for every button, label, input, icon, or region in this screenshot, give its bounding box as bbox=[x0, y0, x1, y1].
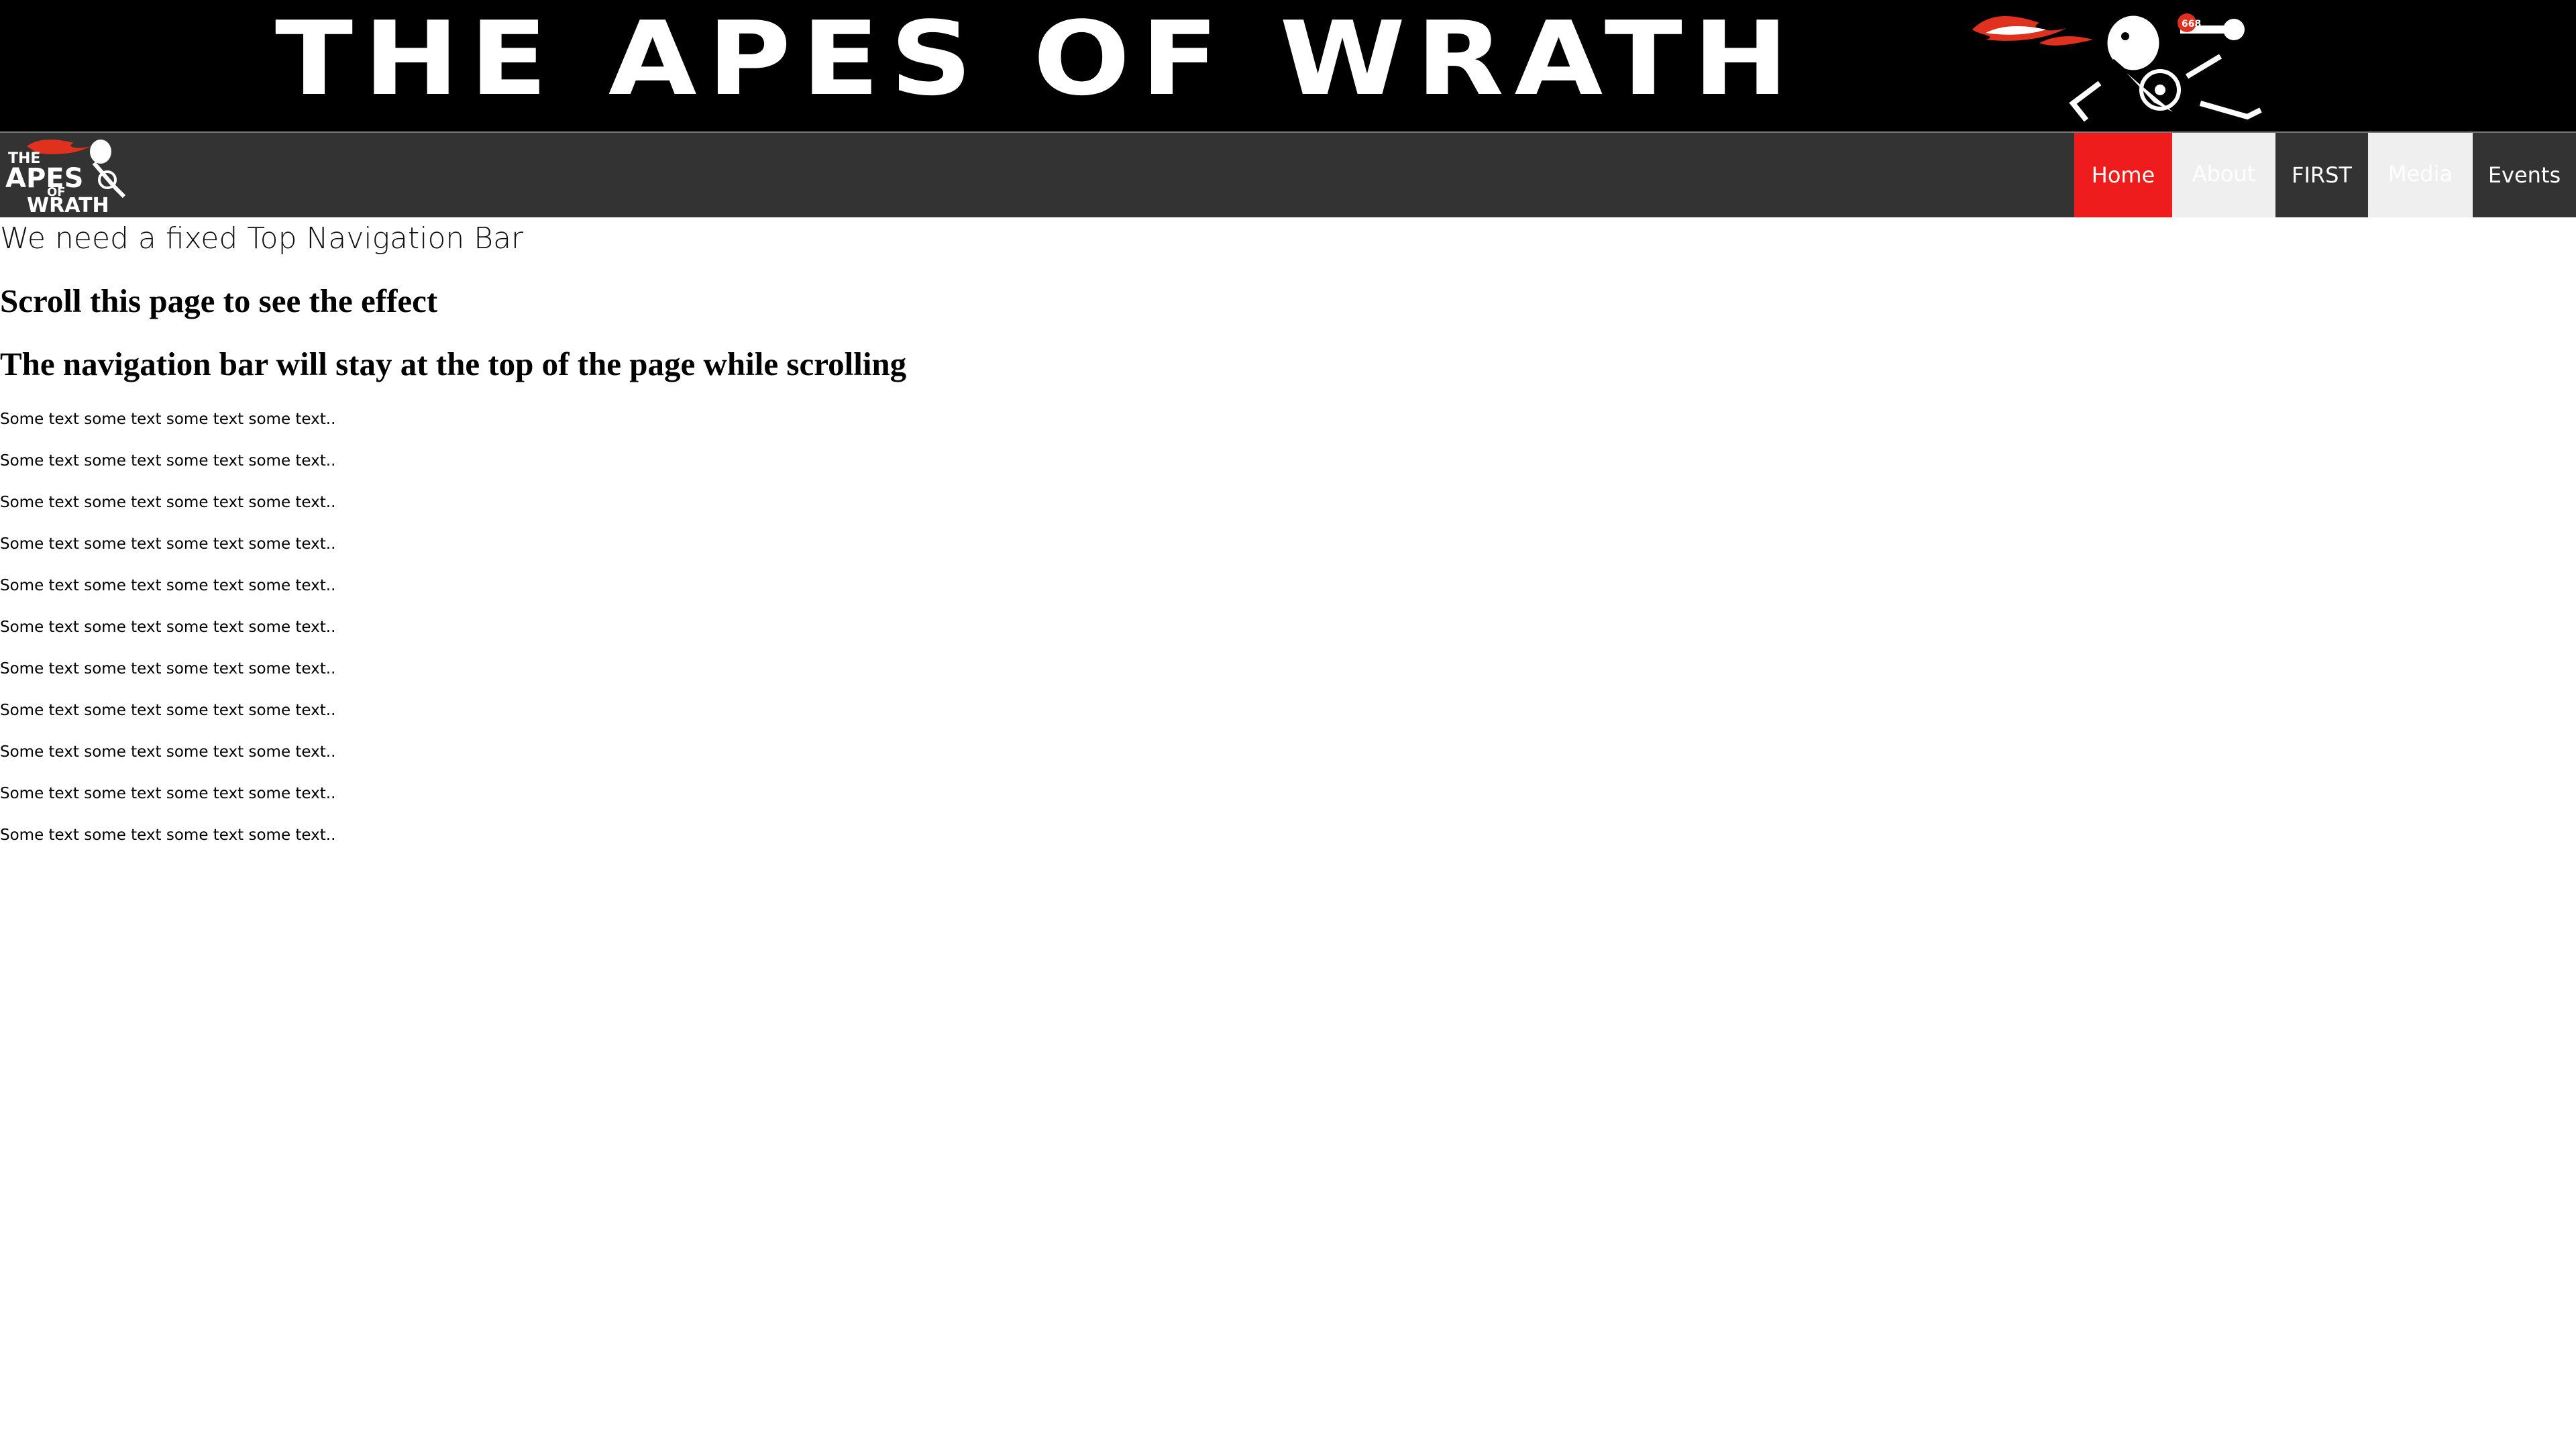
paragraph: Some text some text some text some text.… bbox=[0, 660, 336, 678]
nav-events-link[interactable]: Events bbox=[2473, 133, 2576, 217]
paragraph: Some text some text some text some text.… bbox=[0, 619, 336, 636]
paragraph: Some text some text some text some text.… bbox=[0, 785, 336, 802]
nav-home-link[interactable]: Home bbox=[2074, 133, 2172, 217]
paragraph: Some text some text some text some text.… bbox=[0, 452, 336, 470]
nav-first-link[interactable]: FIRST bbox=[2275, 133, 2368, 217]
mascot-badge: 668 bbox=[2182, 19, 2201, 30]
paragraph: Some text some text some text some text.… bbox=[0, 494, 336, 511]
paragraph: Some text some text some text some text.… bbox=[0, 702, 336, 719]
mascot-logo-icon: 668 bbox=[1966, 3, 2288, 130]
paragraph: Some text some text some text some text.… bbox=[0, 743, 336, 761]
logo-text-apes: APES bbox=[5, 163, 84, 194]
nav-about-link[interactable]: About bbox=[2172, 133, 2275, 217]
heading-navbar-stays: The navigation bar will stay at the top … bbox=[0, 345, 907, 382]
logo-text-wrath: WRATH bbox=[27, 194, 109, 217]
paragraph: Some text some text some text some text.… bbox=[0, 577, 336, 594]
paragraph: Some text some text some text some text.… bbox=[0, 826, 336, 844]
top-navigation-bar: THE APES OF WRATH Home About FIRST Media… bbox=[0, 133, 2576, 217]
banner-title: THE APES OF WRATH bbox=[275, 0, 1799, 118]
team-logo[interactable]: THE APES OF WRATH bbox=[0, 133, 134, 217]
nav-media-link[interactable]: Media bbox=[2368, 133, 2473, 217]
top-banner: THE APES OF WRATH 668 bbox=[0, 0, 2576, 133]
paragraph: Some text some text some text some text.… bbox=[0, 411, 336, 428]
intro-text: We need a fixed Top Navigation Bar bbox=[0, 221, 524, 256]
heading-scroll: Scroll this page to see the effect bbox=[0, 282, 438, 319]
paragraph: Some text some text some text some text.… bbox=[0, 535, 336, 553]
nav-links: Home About FIRST Media Events bbox=[2074, 133, 2576, 217]
